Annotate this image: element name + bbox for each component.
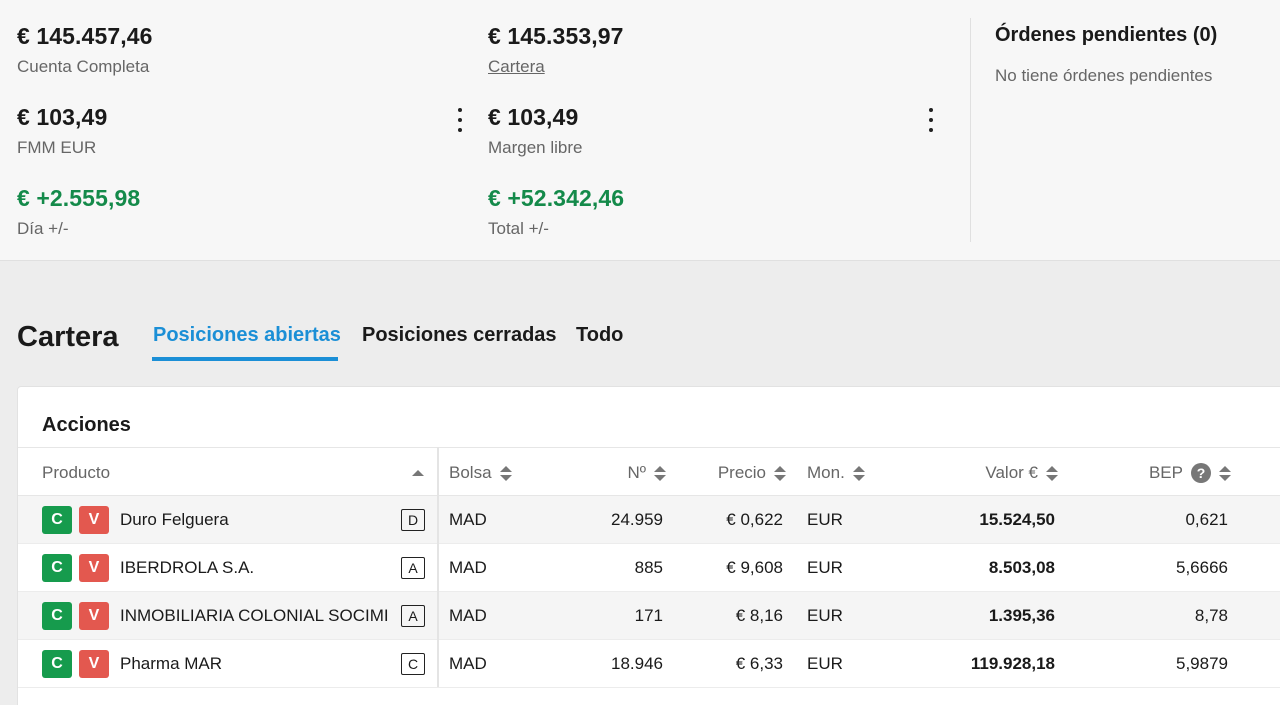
column-header-producto[interactable]: Producto — [42, 463, 432, 483]
table-row: C V Pharma MAR C MAD 18.946 € 6,33 EUR 1… — [18, 640, 1280, 688]
cell-bolsa: MAD — [449, 654, 487, 673]
cell-numero: 18.946 — [611, 654, 663, 673]
column-header-valor[interactable]: Valor € — [918, 463, 1058, 483]
sort-icon — [852, 465, 865, 481]
column-divider — [437, 447, 439, 687]
sort-icon — [1219, 465, 1231, 481]
cell-numero: 171 — [634, 606, 663, 625]
cartera-value: € 145.353,97 — [488, 23, 624, 49]
sort-icon — [499, 465, 512, 481]
margen-libre-value: € 103,49 — [488, 104, 579, 130]
cell-bolsa: MAD — [449, 510, 487, 529]
cell-precio: € 0,622 — [726, 510, 783, 529]
sort-icon — [774, 465, 786, 481]
table-row: C V IBERDROLA S.A. A MAD 885 € 9,608 EUR… — [18, 544, 1280, 592]
rating-badge: D — [401, 509, 425, 531]
sort-ascending-icon — [412, 470, 424, 476]
cell-numero: 24.959 — [611, 510, 663, 529]
table-row: C V Duro Felguera D MAD 24.959 € 0,622 E… — [18, 496, 1280, 544]
pending-orders-title: Órdenes pendientes (0) — [995, 24, 1218, 46]
metric-total: € +52.342,46 Total +/- — [488, 185, 624, 239]
column-header-label: Precio — [717, 463, 766, 482]
table-header: Producto Bolsa Nº Precio Mon. Valor € BE… — [18, 447, 1280, 496]
cell-bolsa: MAD — [449, 558, 487, 577]
cell-bep: 5,9879 — [1176, 654, 1228, 673]
more-options-icon[interactable] — [925, 107, 937, 133]
help-icon[interactable]: ? — [1191, 463, 1211, 483]
cell-moneda: EUR — [807, 558, 843, 577]
cell-numero: 885 — [634, 558, 663, 577]
positions-card: Acciones Producto Bolsa Nº Precio Mon. V… — [17, 386, 1280, 705]
dia-label: Día +/- — [17, 219, 69, 238]
sell-button[interactable]: V — [79, 506, 109, 534]
cell-bep: 0,621 — [1185, 510, 1228, 529]
cell-valor: 8.503,08 — [988, 558, 1055, 577]
column-header-label: Valor € — [985, 463, 1038, 482]
cell-precio: € 6,33 — [735, 654, 783, 673]
metric-dia: € +2.555,98 Día +/- — [17, 185, 140, 239]
product-name[interactable]: Duro Felguera — [120, 510, 229, 530]
column-header-precio[interactable]: Precio — [678, 463, 786, 483]
cuenta-completa-label: Cuenta Completa — [17, 57, 150, 76]
rating-badge: A — [401, 605, 425, 627]
sell-button[interactable]: V — [79, 602, 109, 630]
sort-icon — [654, 465, 666, 481]
more-options-icon[interactable] — [454, 107, 466, 133]
cell-valor: 1.395,36 — [988, 606, 1055, 625]
column-header-label: BEP — [1148, 463, 1183, 482]
cell-valor: 15.524,50 — [979, 510, 1055, 529]
cell-bolsa: MAD — [449, 606, 487, 625]
rating-badge: C — [401, 653, 425, 675]
active-tab-indicator — [152, 357, 338, 361]
section-title: Acciones — [42, 414, 131, 436]
margen-libre-label: Margen libre — [488, 138, 583, 157]
sell-button[interactable]: V — [79, 554, 109, 582]
tab-posiciones-abiertas[interactable]: Posiciones abiertas — [153, 324, 341, 347]
pending-orders-empty: No tiene órdenes pendientes — [995, 66, 1213, 85]
cell-bep: 5,6666 — [1176, 558, 1228, 577]
cell-moneda: EUR — [807, 654, 843, 673]
product-name[interactable]: Pharma MAR — [120, 654, 222, 674]
account-summary-panel: € 145.457,46 Cuenta Completa € 145.353,9… — [0, 0, 1280, 261]
cartera-link[interactable]: Cartera — [488, 57, 624, 77]
column-header-bep[interactable]: BEP ? — [1098, 463, 1231, 483]
sort-icon — [1046, 465, 1058, 481]
column-header-label: Nº — [627, 463, 647, 482]
buy-button[interactable]: C — [42, 602, 72, 630]
fmm-label: FMM EUR — [17, 138, 97, 157]
tab-posiciones-cerradas[interactable]: Posiciones cerradas — [362, 324, 557, 347]
metric-cartera: € 145.353,97 Cartera — [488, 23, 624, 77]
tab-todo[interactable]: Todo — [576, 324, 623, 347]
fmm-value: € 103,49 — [17, 104, 108, 130]
column-header-label: Bolsa — [449, 463, 492, 482]
rating-badge: A — [401, 557, 425, 579]
buy-button[interactable]: C — [42, 650, 72, 678]
total-value: € +52.342,46 — [488, 185, 625, 211]
cell-moneda: EUR — [807, 606, 843, 625]
product-name[interactable]: IBERDROLA S.A. — [120, 558, 254, 578]
total-label: Total +/- — [488, 219, 549, 238]
cell-precio: € 8,16 — [735, 606, 783, 625]
cell-moneda: EUR — [807, 510, 843, 529]
cuenta-completa-value: € 145.457,46 — [17, 23, 153, 49]
metric-cuenta-completa: € 145.457,46 Cuenta Completa — [17, 23, 153, 77]
metric-margen-libre: € 103,49 Margen libre — [488, 104, 583, 158]
buy-button[interactable]: C — [42, 506, 72, 534]
buy-button[interactable]: C — [42, 554, 72, 582]
cell-valor: 119.928,18 — [970, 654, 1055, 673]
table-row: C V INMOBILIARIA COLONIAL SOCIMI A MAD 1… — [18, 592, 1280, 640]
metric-fmm: € 103,49 FMM EUR — [17, 104, 107, 158]
panel-divider — [970, 18, 971, 242]
column-header-label: Producto — [42, 463, 111, 482]
column-header-label: Mon. — [807, 463, 845, 482]
dia-value: € +2.555,98 — [17, 185, 141, 211]
cell-bep: 8,78 — [1194, 606, 1228, 625]
cell-precio: € 9,608 — [726, 558, 783, 577]
column-header-bolsa[interactable]: Bolsa — [449, 463, 512, 483]
portfolio-title: Cartera — [17, 321, 119, 353]
product-name[interactable]: INMOBILIARIA COLONIAL SOCIMI — [120, 606, 389, 626]
sell-button[interactable]: V — [79, 650, 109, 678]
column-header-numero[interactable]: Nº — [578, 463, 666, 483]
column-header-moneda[interactable]: Mon. — [807, 463, 865, 483]
